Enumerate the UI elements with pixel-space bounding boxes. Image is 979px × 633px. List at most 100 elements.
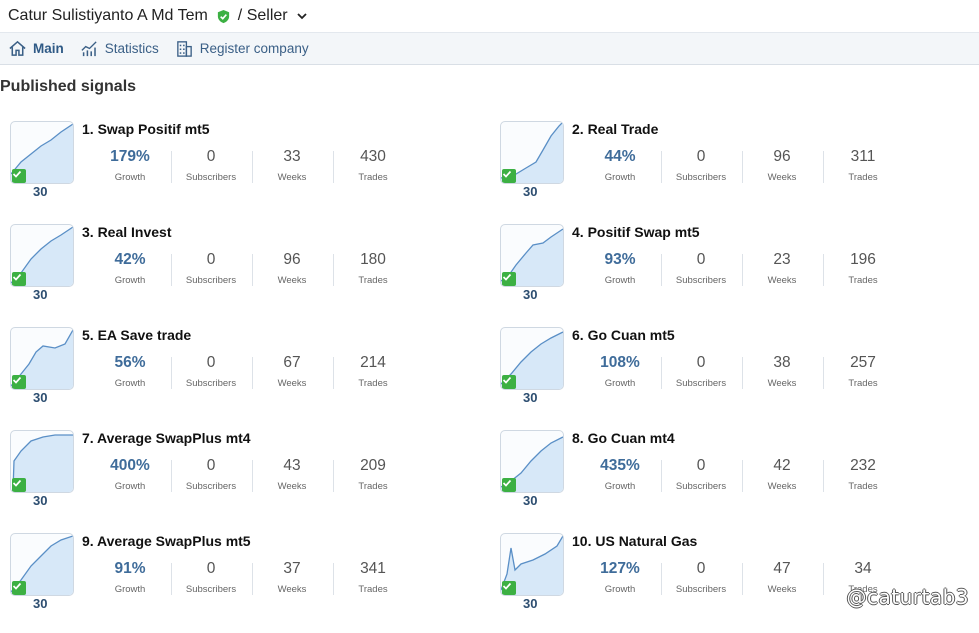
stat-trades-label: Trades	[358, 275, 388, 286]
user-name[interactable]: Catur Sulistiyanto A Md Tem	[8, 7, 208, 25]
signal-name[interactable]: 2. Real Trade	[572, 121, 658, 137]
signal-name[interactable]: 7. Average SwapPlus mt4	[82, 430, 251, 446]
stat-divider	[171, 563, 172, 595]
signal-card[interactable]: 30 2. Real Trade 44% Growth 0 Subscribers 96 We…	[500, 118, 940, 208]
signal-chart-thumbnail[interactable]	[10, 533, 74, 596]
stat-weeks-value: 33	[283, 148, 301, 165]
signal-name[interactable]: 8. Go Cuan mt4	[572, 430, 675, 446]
signal-card[interactable]: 30 9. Average SwapPlus mt5 91% Growth 0 Subsc…	[10, 530, 450, 620]
chevron-down-icon[interactable]	[296, 10, 308, 22]
stat-trades-label: Trades	[358, 481, 388, 492]
role-label[interactable]: / Seller	[238, 7, 288, 25]
signal-card[interactable]: 30 4. Positif Swap mt5 93% Growth 0 Subscribe…	[500, 221, 940, 311]
nav-item-main[interactable]: Main	[8, 39, 64, 58]
signal-card[interactable]: 30 5. EA Save trade 56% Growth 0 Subscribers 6…	[10, 324, 450, 414]
stat-growth-label: Growth	[114, 584, 146, 595]
stat-subscribers-value: 0	[206, 560, 216, 577]
signal-card[interactable]: 30 8. Go Cuan mt4 435% Growth 0 Subscribers 42…	[500, 427, 940, 517]
stat-growth: 42% Growth	[90, 251, 170, 291]
stat-growth-label: Growth	[604, 172, 636, 183]
signal-name[interactable]: 3. Real Invest	[82, 224, 172, 240]
signal-name[interactable]: 5. EA Save trade	[82, 327, 191, 343]
stat-subscribers-value: 0	[206, 354, 216, 371]
stat-divider	[661, 151, 662, 183]
stat-weeks-value: 23	[773, 251, 791, 268]
signal-badge: 30	[523, 493, 538, 508]
signal-card[interactable]: 30 3. Real Invest 42% Growth 0 Subscribers 96 W…	[10, 221, 450, 311]
stat-growth: 93% Growth	[580, 251, 660, 291]
stat-divider	[333, 254, 334, 286]
signal-chart-thumbnail[interactable]	[500, 121, 564, 184]
signal-name[interactable]: 4. Positif Swap mt5	[572, 224, 700, 240]
stat-subscribers-value: 0	[206, 148, 216, 165]
stat-weeks: 96 Weeks	[742, 148, 822, 188]
stat-subscribers: 0 Subscribers	[171, 148, 251, 188]
verified-check-icon	[12, 375, 26, 389]
stat-subscribers-label: Subscribers	[675, 275, 727, 286]
building-icon	[175, 39, 194, 58]
signal-card[interactable]: 30 1. Swap Positif mt5 179% Growth 0 Subscrib…	[10, 118, 450, 208]
signal-chart-thumbnail[interactable]	[500, 327, 564, 390]
stat-weeks-label: Weeks	[277, 584, 307, 595]
stat-subscribers: 0 Subscribers	[661, 148, 741, 188]
stat-weeks: 37 Weeks	[252, 560, 332, 600]
stat-trades-label: Trades	[848, 378, 878, 389]
stat-subscribers-label: Subscribers	[675, 584, 727, 595]
stat-trades: 196 Trades	[823, 251, 903, 291]
stat-divider	[333, 563, 334, 595]
signal-badge: 30	[33, 493, 48, 508]
signal-badge: 30	[33, 287, 48, 302]
stat-growth: 56% Growth	[90, 354, 170, 394]
signal-name[interactable]: 9. Average SwapPlus mt5	[82, 533, 251, 549]
signal-card[interactable]: 30 7. Average SwapPlus mt4 400% Growth 0 Subs…	[10, 427, 450, 517]
signal-chart-thumbnail[interactable]	[10, 430, 74, 493]
stat-subscribers: 0 Subscribers	[661, 354, 741, 394]
signal-chart-thumbnail[interactable]	[500, 533, 564, 596]
stat-subscribers-value: 0	[206, 251, 216, 268]
stat-divider	[252, 357, 253, 389]
stat-weeks-label: Weeks	[277, 378, 307, 389]
stat-weeks-value: 38	[773, 354, 791, 371]
stat-trades-value: 209	[360, 457, 386, 474]
nav-item-register-company[interactable]: Register company	[175, 39, 309, 58]
stat-subscribers-label: Subscribers	[185, 584, 237, 595]
stat-trades-label: Trades	[358, 172, 388, 183]
signal-chart-thumbnail[interactable]	[500, 224, 564, 287]
stat-weeks: 96 Weeks	[252, 251, 332, 291]
stat-subscribers: 0 Subscribers	[661, 560, 741, 600]
signal-chart-thumbnail[interactable]	[10, 327, 74, 390]
stat-subscribers-value: 0	[696, 560, 706, 577]
signal-name[interactable]: 6. Go Cuan mt5	[572, 327, 675, 343]
signal-chart-thumbnail[interactable]	[10, 121, 74, 184]
signal-name[interactable]: 1. Swap Positif mt5	[82, 121, 210, 137]
stat-trades-label: Trades	[358, 378, 388, 389]
signal-chart-thumbnail[interactable]	[500, 430, 564, 493]
verified-check-icon	[12, 272, 26, 286]
signal-chart-thumbnail[interactable]	[10, 224, 74, 287]
stat-subscribers-label: Subscribers	[185, 378, 237, 389]
stat-divider	[661, 563, 662, 595]
stat-weeks-label: Weeks	[767, 172, 797, 183]
stat-trades: 214 Trades	[333, 354, 413, 394]
stat-trades: 341 Trades	[333, 560, 413, 600]
stat-growth-label: Growth	[604, 481, 636, 492]
stat-growth: 400% Growth	[90, 457, 170, 497]
stat-growth-value: 44%	[604, 148, 636, 165]
stat-subscribers: 0 Subscribers	[171, 251, 251, 291]
stat-divider	[252, 254, 253, 286]
stat-divider	[742, 563, 743, 595]
stat-trades-value: 180	[360, 251, 386, 268]
stat-weeks-label: Weeks	[767, 481, 797, 492]
stat-subscribers-label: Subscribers	[675, 378, 727, 389]
nav-item-statistics[interactable]: Statistics	[80, 39, 159, 58]
nav-label-statistics: Statistics	[104, 41, 159, 56]
stat-subscribers-label: Subscribers	[185, 275, 237, 286]
signal-card[interactable]: 30 6. Go Cuan mt5 108% Growth 0 Subscribers 38…	[500, 324, 940, 414]
verified-shield-icon	[216, 9, 231, 24]
stat-trades-label: Trades	[358, 584, 388, 595]
stat-subscribers: 0 Subscribers	[661, 251, 741, 291]
stat-growth-value: 400%	[110, 457, 150, 474]
stat-trades: 180 Trades	[333, 251, 413, 291]
signal-name[interactable]: 10. US Natural Gas	[572, 533, 697, 549]
signal-badge: 30	[33, 390, 48, 405]
